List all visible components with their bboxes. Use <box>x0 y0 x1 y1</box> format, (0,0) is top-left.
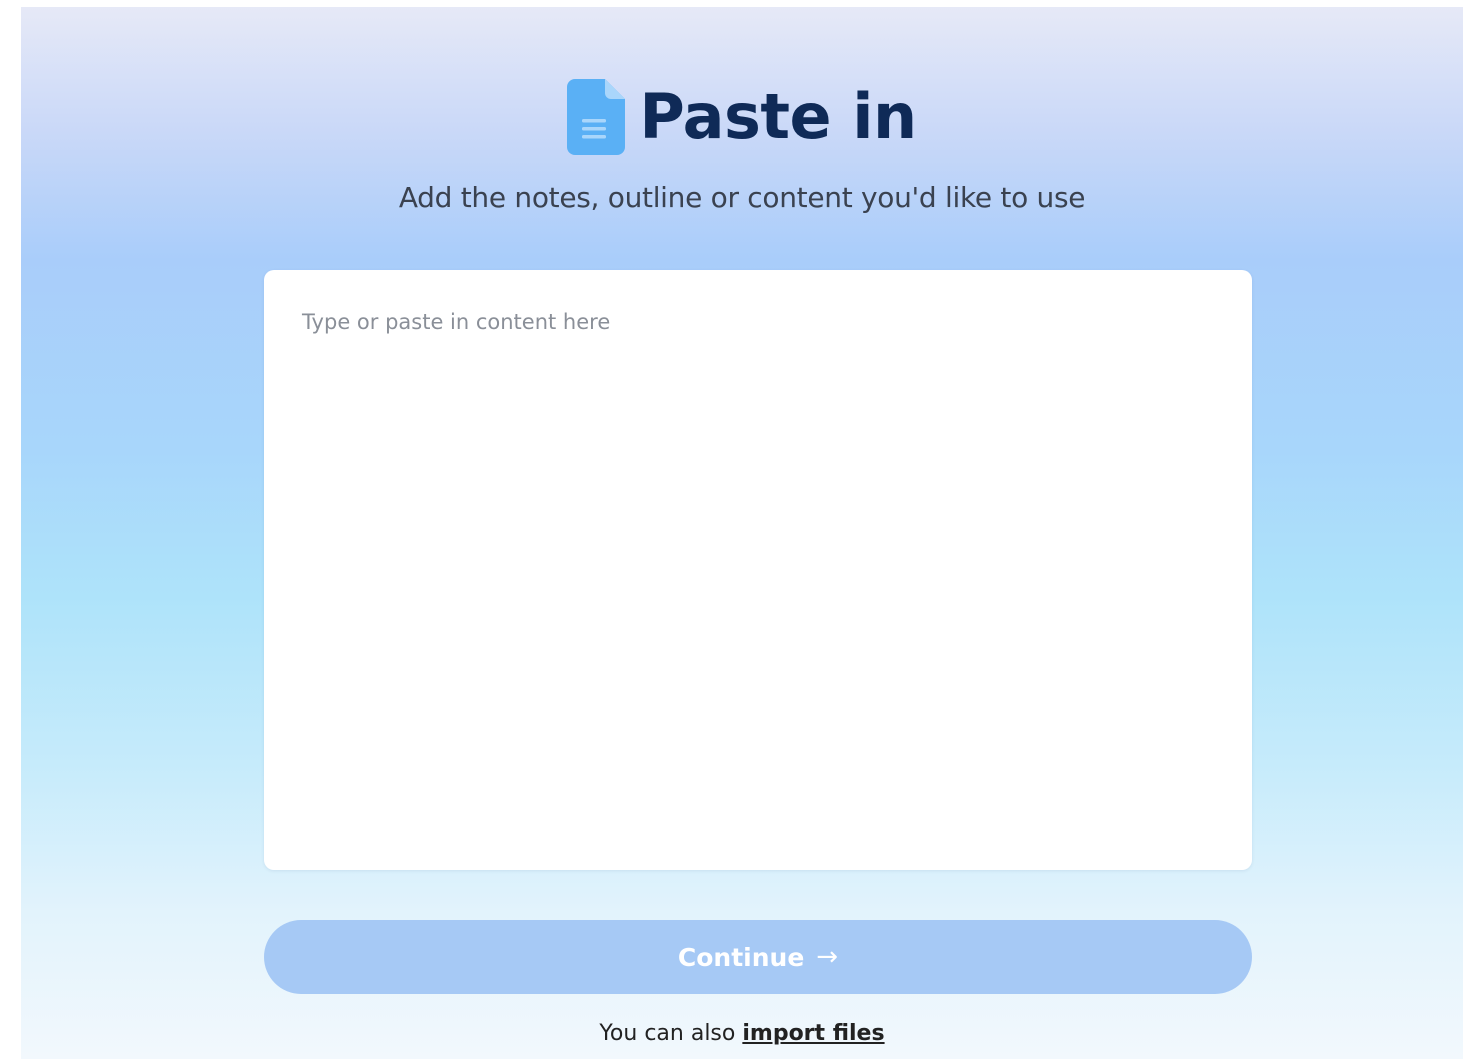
page-header: Paste in <box>21 79 1463 155</box>
page-subtitle: Add the notes, outline or content you'd … <box>398 181 1086 214</box>
continue-button[interactable]: Continue → <box>264 920 1252 994</box>
page-background: Paste in Add the notes, outline or conte… <box>21 7 1463 1059</box>
import-hint-text: You can also <box>599 1021 736 1046</box>
document-icon <box>567 79 626 155</box>
continue-label: Continue <box>677 942 805 972</box>
import-hint: You can also import files <box>21 1021 1463 1046</box>
content-card <box>264 270 1252 870</box>
import-files-link[interactable]: import files <box>742 1021 884 1046</box>
arrow-right-icon: → <box>816 942 839 972</box>
page-title: Paste in <box>639 80 917 153</box>
content-input[interactable] <box>264 270 1252 870</box>
